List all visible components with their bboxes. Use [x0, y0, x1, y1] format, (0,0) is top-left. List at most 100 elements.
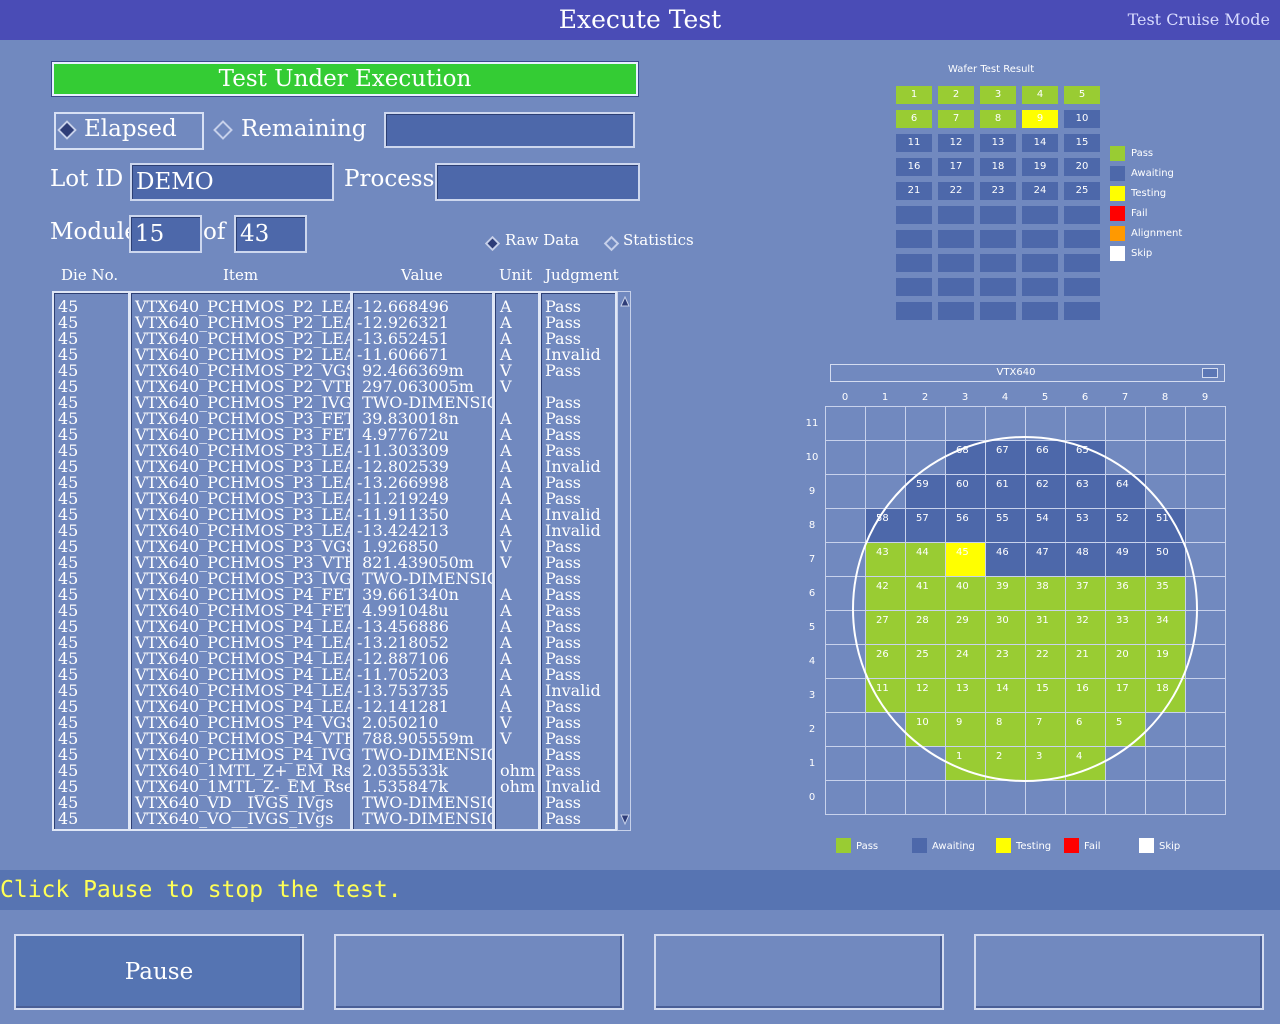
execution-status-bar: Test Under Execution [51, 61, 639, 97]
cell-unit: V [500, 553, 512, 572]
x-tick-label: 9 [1201, 392, 1209, 403]
legend-label: Fail [1084, 841, 1101, 852]
wafer-result-cell [1022, 278, 1058, 296]
wafer-result-cell: 21 [896, 182, 932, 200]
wafer-result-cell [1022, 254, 1058, 272]
process-field[interactable] [435, 163, 640, 201]
cell-unit: V [500, 377, 512, 396]
wafer-map[interactable]: 68 67 66 65 59 60 61 62 63 64 58 57 56 55 54 53 52 51 43 44… [800, 388, 1230, 828]
column-header-item: Item [223, 266, 259, 284]
item-column[interactable]: VTX640_PCHMOS_P2_LEAKCHK_IVTX640_PCHMOS_… [129, 291, 352, 831]
y-tick-label: 2 [808, 724, 816, 735]
legend-swatch [912, 838, 927, 853]
timer-value-field [384, 112, 635, 148]
wafer-result-cell [896, 302, 932, 320]
wafer-result-cell [1064, 206, 1100, 224]
wafer-result-cell: 2 [938, 86, 974, 104]
judgment-column[interactable]: Pass Pass Pass Invalid Pass Pass Pass Pass Pass I… [539, 291, 617, 831]
raw-data-label: Raw Data [505, 231, 580, 249]
function-button-3[interactable] [654, 934, 944, 1010]
wafer-map-legend: Pass Awaiting Testing Fail Skip [836, 838, 1236, 856]
device-select-value: VTX640 [996, 367, 1036, 378]
legend-swatch [1110, 246, 1125, 261]
y-tick-label: 4 [808, 656, 816, 667]
wafer-result-cell [938, 278, 974, 296]
elapsed-label: Elapsed [84, 116, 177, 142]
wafer-result-legend: Pass Awaiting Testing Fail Alignment Skip [1110, 146, 1230, 266]
cell-value: TWO-DIMENSIONAL [362, 809, 492, 828]
x-tick-label: 5 [1041, 392, 1049, 403]
statistics-radio[interactable] [603, 234, 620, 253]
device-select[interactable]: VTX640 [830, 364, 1225, 382]
remaining-radio[interactable] [213, 120, 233, 141]
legend-label: Skip [1159, 841, 1181, 852]
wafer-result-cell: 8 [980, 110, 1016, 128]
elapsed-radio[interactable] [57, 120, 77, 141]
wafer-result-cell [938, 254, 974, 272]
process-label: Process [344, 166, 435, 192]
y-tick-label: 7 [808, 554, 816, 565]
column-header-unit: Unit [499, 266, 533, 284]
y-tick-label: 0 [808, 792, 816, 803]
legend-swatch [1064, 838, 1079, 853]
wafer-result-cell [980, 302, 1016, 320]
y-tick-label: 10 [805, 452, 819, 463]
wafer-result-cell [1064, 230, 1100, 248]
legend-swatch [836, 838, 851, 853]
window-title: Execute Test [558, 5, 722, 34]
y-tick-label: 5 [808, 622, 816, 633]
legend-label: Awaiting [1131, 168, 1174, 179]
wafer-result-cell [1022, 206, 1058, 224]
x-tick-label: 7 [1121, 392, 1129, 403]
lot-id-field[interactable]: DEMO [130, 163, 334, 201]
value-column[interactable]: -12.668496 -12.926321 -13.652451 -11.606671… [351, 291, 494, 831]
function-button-4[interactable] [974, 934, 1264, 1010]
wafer-result-cell [938, 302, 974, 320]
legend-swatch [1110, 226, 1125, 241]
mode-label: Test Cruise Mode [1127, 10, 1270, 29]
y-tick-label: 9 [808, 486, 816, 497]
lot-id-label: Lot ID [50, 166, 124, 192]
wafer-result-cell: 14 [1022, 134, 1058, 152]
wafer-result-cell [980, 254, 1016, 272]
y-tick-label: 6 [808, 588, 816, 599]
function-button-2[interactable] [334, 934, 624, 1010]
wafer-result-cell: 1 [896, 86, 932, 104]
module-of-label: of [203, 219, 226, 245]
column-header-value: Value [401, 266, 443, 284]
wafer-result-cell: 12 [938, 134, 974, 152]
pause-button[interactable]: Pause [14, 934, 304, 1010]
die-column[interactable]: 45 45 45 45 45 45 45 45 45 45 45 45 45 45 45 45 45 45 45 45… [52, 291, 130, 831]
wafer-result-cell [938, 230, 974, 248]
wafer-outline [852, 436, 1198, 782]
wafer-result-cell: 25 [1064, 182, 1100, 200]
legend-swatch [1139, 838, 1154, 853]
x-tick-label: 4 [1001, 392, 1009, 403]
wafer-result-cell: 3 [980, 86, 1016, 104]
x-tick-label: 1 [881, 392, 889, 403]
legend-label: Awaiting [932, 841, 975, 852]
wafer-result-cell: 22 [938, 182, 974, 200]
scroll-down-icon[interactable] [620, 810, 630, 829]
wafer-result-cell: 9 [1022, 110, 1058, 128]
unit-column[interactable]: A A A A V V A A A A A A A A V V A A A A A A A A V Vohm ohm [493, 291, 540, 831]
wafer-result-cell [896, 254, 932, 272]
wafer-result-cell: 19 [1022, 158, 1058, 176]
raw-data-radio[interactable] [484, 234, 501, 253]
module-total-field: 43 [234, 215, 307, 253]
column-header-judgment: Judgment [545, 266, 619, 284]
cell-unit: V [500, 729, 512, 748]
table-scrollbar[interactable] [617, 291, 631, 831]
dropdown-icon[interactable] [1202, 368, 1218, 378]
cell-unit: ohm [500, 777, 536, 796]
wafer-result-cell [1022, 230, 1058, 248]
wafer-result-cell [1022, 302, 1058, 320]
scroll-up-icon[interactable] [620, 293, 630, 312]
wafer-result-cell [896, 278, 932, 296]
cell-judgment: Pass [545, 809, 582, 828]
wafer-result-cell [896, 230, 932, 248]
legend-swatch [996, 838, 1011, 853]
legend-swatch [1110, 146, 1125, 161]
wafer-result-cell: 5 [1064, 86, 1100, 104]
wafer-result-cell: 7 [938, 110, 974, 128]
